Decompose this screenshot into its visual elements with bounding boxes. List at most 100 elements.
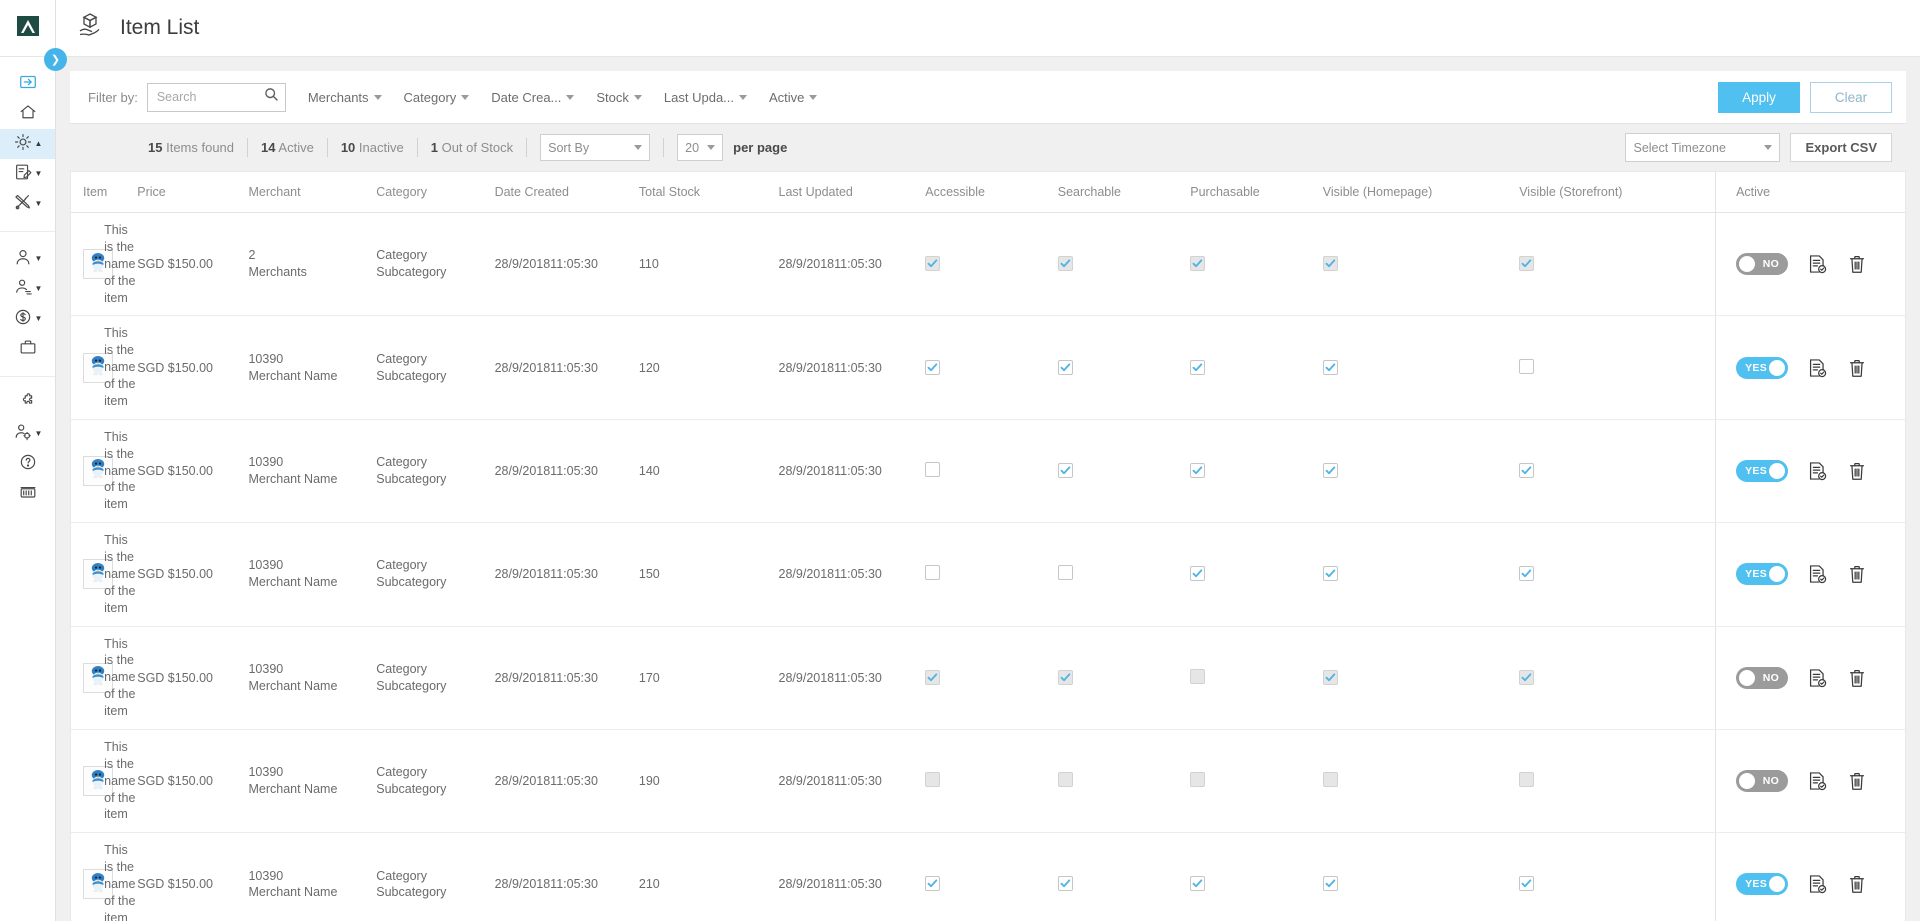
- apply-button[interactable]: Apply: [1718, 82, 1800, 113]
- document-check-icon[interactable]: [1806, 357, 1828, 379]
- item-name-cell: This is the name of the item: [104, 729, 137, 832]
- purchasable-checkbox[interactable]: [1190, 566, 1205, 581]
- sidebar-item-home[interactable]: [0, 99, 55, 129]
- table-row[interactable]: This is the name of the itemSGD $150.001…: [71, 419, 1905, 522]
- table-row[interactable]: This is the name of the itemSGD $150.001…: [71, 316, 1905, 419]
- visible-homepage-checkbox[interactable]: [1323, 876, 1338, 891]
- toggle-knob: [1769, 360, 1785, 376]
- timezone-select[interactable]: Select Timezone: [1625, 133, 1780, 162]
- document-check-icon[interactable]: [1806, 873, 1828, 895]
- document-check-icon[interactable]: [1806, 253, 1828, 275]
- sidebar-collapse-toggle[interactable]: ❯: [44, 48, 67, 71]
- sidebar-item-settings[interactable]: ▲: [0, 129, 55, 159]
- filter-dropdown-3[interactable]: Stock: [596, 90, 642, 105]
- per-page-select[interactable]: 20: [677, 134, 723, 161]
- merchant-id: 10390: [248, 661, 376, 678]
- chevron-down-icon: ▼: [35, 255, 43, 263]
- sidebar-item-tools[interactable]: ▼: [0, 189, 55, 219]
- item-merchant-cell: 10390Merchant Name: [248, 833, 376, 921]
- document-check-icon[interactable]: [1806, 770, 1828, 792]
- sidebar-item-plugins[interactable]: [0, 389, 55, 419]
- filter-dropdown-2[interactable]: Date Crea...: [491, 90, 574, 105]
- person-run-icon: [13, 277, 33, 302]
- trash-icon[interactable]: [1846, 873, 1868, 895]
- visible-homepage-checkbox[interactable]: [1323, 463, 1338, 478]
- searchable-checkbox[interactable]: [1058, 876, 1073, 891]
- dollar-circle-icon: [13, 307, 33, 332]
- accessible-checkbox[interactable]: [925, 462, 940, 477]
- sidebar-item-finance[interactable]: ▼: [0, 304, 55, 334]
- accessible-checkbox[interactable]: [925, 876, 940, 891]
- active-toggle[interactable]: YES: [1736, 460, 1788, 482]
- trash-icon[interactable]: [1846, 770, 1868, 792]
- clear-button[interactable]: Clear: [1810, 82, 1892, 113]
- active-toggle[interactable]: YES: [1736, 873, 1788, 895]
- filter-dropdown-1[interactable]: Category: [404, 90, 470, 105]
- table-row[interactable]: This is the name of the itemSGD $150.001…: [71, 523, 1905, 626]
- visible-homepage-checkbox[interactable]: [1323, 360, 1338, 375]
- sidebar-item-login[interactable]: [0, 69, 55, 99]
- search-input[interactable]: [157, 90, 264, 104]
- sidebar-item-help[interactable]: [0, 449, 55, 479]
- out-of-stock-count: 1: [431, 140, 438, 155]
- accessible-checkbox[interactable]: [925, 565, 940, 580]
- purchasable-checkbox[interactable]: [1190, 876, 1205, 891]
- sidebar-item-users[interactable]: ▼: [0, 244, 55, 274]
- search-icon[interactable]: [264, 87, 279, 107]
- searchable-checkbox[interactable]: [1058, 565, 1073, 580]
- trash-icon[interactable]: [1846, 460, 1868, 482]
- document-check-icon[interactable]: [1806, 563, 1828, 585]
- sidebar-item-briefcase[interactable]: [0, 334, 55, 364]
- active-toggle[interactable]: NO: [1736, 667, 1788, 689]
- item-thumbnail-cell: [71, 419, 104, 522]
- document-check-icon[interactable]: [1806, 667, 1828, 689]
- document-check-icon[interactable]: [1806, 460, 1828, 482]
- item-last-updated: 28/9/201811:05:30: [779, 729, 926, 832]
- items-found-label: Items found: [166, 140, 234, 155]
- chevron-up-icon: ▲: [35, 140, 43, 148]
- searchable-checkbox[interactable]: [1058, 360, 1073, 375]
- search-field[interactable]: [147, 83, 286, 112]
- visible-homepage-checkbox[interactable]: [1323, 566, 1338, 581]
- sidebar-item-user-settings[interactable]: ▼: [0, 419, 55, 449]
- sidebar-item-keyboard[interactable]: [0, 479, 55, 509]
- filter-dropdown-5[interactable]: Active: [769, 90, 817, 105]
- trash-icon[interactable]: [1846, 667, 1868, 689]
- filter-dropdown-0[interactable]: Merchants: [308, 90, 382, 105]
- visible-storefront-checkbox: [1519, 772, 1534, 787]
- merchant-name: Merchants: [248, 264, 376, 281]
- table-row[interactable]: This is the name of the itemSGD $150.002…: [71, 213, 1905, 316]
- sidebar-group-1: ▼▼▼: [0, 232, 55, 377]
- merchant-name: Merchant Name: [248, 368, 376, 385]
- active-toggle[interactable]: NO: [1736, 253, 1788, 275]
- active-toggle-label: YES: [1745, 362, 1767, 374]
- visible-homepage-cell: [1323, 833, 1519, 921]
- purchasable-checkbox: [1190, 669, 1205, 684]
- purchasable-checkbox[interactable]: [1190, 463, 1205, 478]
- sidebar-item-delivery[interactable]: ▼: [0, 274, 55, 304]
- table-row[interactable]: This is the name of the itemSGD $150.001…: [71, 626, 1905, 729]
- chevron-down-icon: [461, 95, 469, 100]
- column-header: Searchable: [1058, 172, 1191, 213]
- sort-by-select[interactable]: Sort By: [540, 134, 650, 161]
- purchasable-checkbox[interactable]: [1190, 360, 1205, 375]
- trash-icon[interactable]: [1846, 253, 1868, 275]
- active-toggle[interactable]: YES: [1736, 357, 1788, 379]
- visible-storefront-checkbox[interactable]: [1519, 359, 1534, 374]
- export-csv-button[interactable]: Export CSV: [1790, 133, 1892, 162]
- trash-icon[interactable]: [1846, 563, 1868, 585]
- brand-logo[interactable]: [0, 0, 55, 57]
- table-row[interactable]: This is the name of the itemSGD $150.001…: [71, 729, 1905, 832]
- accessible-checkbox[interactable]: [925, 360, 940, 375]
- table-row[interactable]: This is the name of the itemSGD $150.001…: [71, 833, 1905, 921]
- visible-storefront-checkbox[interactable]: [1519, 463, 1534, 478]
- active-toggle[interactable]: YES: [1736, 563, 1788, 585]
- visible-storefront-checkbox[interactable]: [1519, 876, 1534, 891]
- filter-dropdown-4[interactable]: Last Upda...: [664, 90, 747, 105]
- active-toggle[interactable]: NO: [1736, 770, 1788, 792]
- item-price: SGD $150.00: [137, 213, 248, 316]
- searchable-checkbox[interactable]: [1058, 463, 1073, 478]
- sidebar-item-orders[interactable]: ▼: [0, 159, 55, 189]
- trash-icon[interactable]: [1846, 357, 1868, 379]
- visible-storefront-checkbox[interactable]: [1519, 566, 1534, 581]
